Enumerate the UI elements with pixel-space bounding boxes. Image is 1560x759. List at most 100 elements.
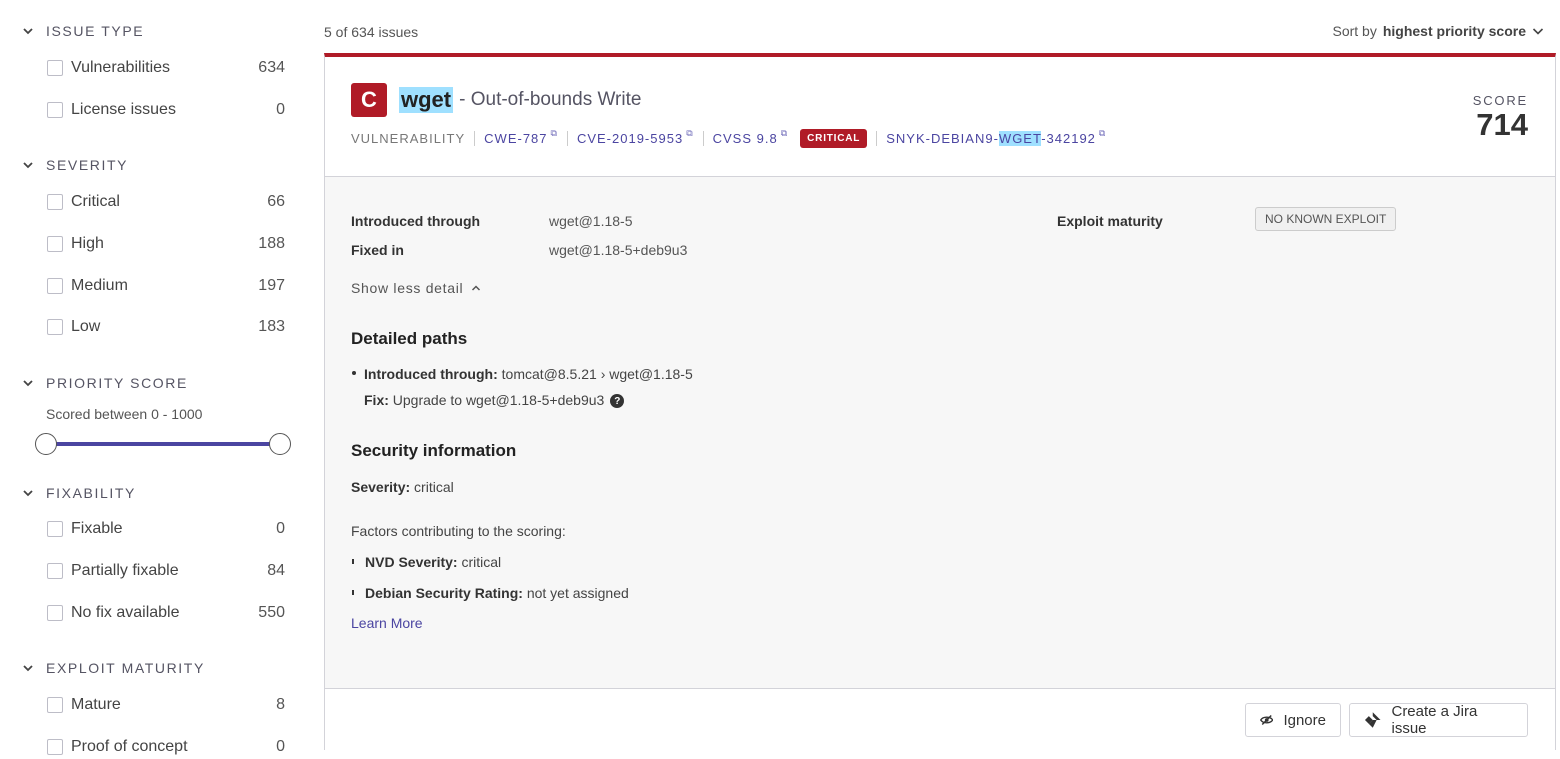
filter-partially-fixable[interactable]: Partially fixable 84 bbox=[47, 562, 285, 580]
filter-label: Proof of concept bbox=[71, 738, 188, 755]
filter-fixable[interactable]: Fixable 0 bbox=[47, 520, 285, 538]
filter-label: Vulnerabilities bbox=[71, 59, 171, 76]
fixed-in-label: Fixed in bbox=[351, 242, 404, 258]
filter-sidebar: ISSUE TYPE Vulnerabilities 634 License i… bbox=[0, 0, 300, 759]
issue-title: wget - Out-of-bounds Write bbox=[399, 83, 641, 117]
snyk-id-link[interactable]: SNYK-DEBIAN9-WGET-342192 ⧉ bbox=[876, 128, 1115, 146]
issue-count: 5 of 634 issues bbox=[324, 24, 419, 40]
checkbox[interactable] bbox=[47, 605, 63, 621]
checkbox[interactable] bbox=[47, 194, 63, 210]
jira-label: Create a Jira issue bbox=[1391, 703, 1478, 737]
filter-vulnerabilities[interactable]: Vulnerabilities 634 bbox=[47, 59, 285, 77]
section-priority-score[interactable]: PRIORITY SCORE bbox=[22, 375, 188, 391]
path-introduced-through: Introduced through: tomcat@8.5.21 › wget… bbox=[364, 366, 693, 382]
section-title: PRIORITY SCORE bbox=[46, 375, 188, 391]
help-icon[interactable]: ? bbox=[610, 394, 625, 409]
chevron-down-icon bbox=[23, 28, 33, 35]
chevron-down-icon bbox=[23, 490, 33, 497]
section-title: SEVERITY bbox=[46, 157, 129, 173]
path-fix-value: Upgrade to wget@1.18-5+deb9u3 bbox=[392, 392, 605, 408]
cwe-link[interactable]: CWE-787 ⧉ bbox=[474, 128, 567, 146]
score-range-text: Scored between 0 - 1000 bbox=[46, 406, 203, 422]
filter-label: Low bbox=[71, 318, 101, 335]
introduced-through-value: wget@1.18-5 bbox=[549, 213, 633, 229]
filter-label: Critical bbox=[71, 193, 120, 210]
issue-type-text: VULNERABILITY bbox=[351, 131, 466, 146]
snyk-id-text: SNYK-DEBIAN9-WGET-342192 bbox=[886, 131, 1096, 146]
section-issue-type[interactable]: ISSUE TYPE bbox=[22, 23, 144, 39]
factor2-label: Debian Security Rating: bbox=[365, 585, 523, 601]
issue-card-footer: Ignore Create a Jira issue bbox=[325, 688, 1555, 750]
checkbox[interactable] bbox=[47, 278, 63, 294]
score-slider-track[interactable] bbox=[46, 442, 280, 446]
cwe-text: CWE-787 bbox=[484, 131, 548, 146]
bullet bbox=[352, 371, 356, 375]
severity-letter-badge: C bbox=[351, 83, 387, 117]
section-exploit-maturity[interactable]: EXPLOIT MATURITY bbox=[22, 660, 205, 676]
checkbox[interactable] bbox=[47, 739, 63, 755]
filter-label: License issues bbox=[71, 101, 176, 118]
filter-mature[interactable]: Mature 8 bbox=[47, 696, 285, 714]
score-slider-min-handle[interactable] bbox=[35, 433, 57, 455]
chevron-down-icon bbox=[1532, 28, 1544, 35]
score-label: SCORE bbox=[1472, 93, 1528, 108]
exploit-maturity-label: Exploit maturity bbox=[1057, 213, 1163, 229]
section-severity[interactable]: SEVERITY bbox=[22, 157, 128, 173]
score-slider-max-handle[interactable] bbox=[269, 433, 291, 455]
bullet bbox=[352, 590, 354, 595]
section-fixability[interactable]: FIXABILITY bbox=[22, 485, 136, 501]
checkbox[interactable] bbox=[47, 697, 63, 713]
cve-link[interactable]: CVE-2019-5953 ⧉ bbox=[566, 128, 703, 146]
detailed-paths-heading: Detailed paths bbox=[351, 329, 468, 348]
cvss-text: CVSS 9.8 bbox=[712, 131, 778, 146]
checkbox[interactable] bbox=[47, 319, 63, 335]
issue-card: C wget - Out-of-bounds Write VULNERABILI… bbox=[324, 53, 1556, 750]
external-link-icon: ⧉ bbox=[780, 128, 789, 138]
external-link-icon: ⧉ bbox=[550, 128, 558, 138]
issue-meta: VULNERABILITY CWE-787 ⧉ CVE-2019-5953 ⧉ CV… bbox=[351, 128, 1115, 148]
learn-more-link[interactable]: Learn More bbox=[351, 615, 423, 631]
chevron-down-icon bbox=[23, 665, 33, 672]
filter-medium[interactable]: Medium 197 bbox=[47, 277, 285, 295]
ignore-label: Ignore bbox=[1283, 711, 1326, 729]
show-less-detail-toggle[interactable]: Show less detail bbox=[351, 280, 481, 296]
create-jira-issue-button[interactable]: Create a Jira issue bbox=[1349, 703, 1528, 737]
filter-critical[interactable]: Critical 66 bbox=[47, 193, 285, 211]
filter-count: 66 bbox=[267, 193, 285, 210]
jira-icon bbox=[1364, 712, 1381, 728]
path-intro-label: Introduced through: bbox=[364, 366, 498, 382]
filter-count: 0 bbox=[276, 520, 285, 537]
filter-label: No fix available bbox=[71, 604, 180, 621]
filter-no-fix-available[interactable]: No fix available 550 bbox=[47, 604, 285, 622]
security-info-heading: Security information bbox=[351, 441, 517, 460]
filter-proof-of-concept[interactable]: Proof of concept 0 bbox=[47, 738, 285, 756]
sort-dropdown[interactable]: Sort by highest priority score bbox=[1332, 23, 1544, 39]
cvss-link[interactable]: CVSS 9.8 ⧉ bbox=[702, 128, 798, 146]
severity-line: Severity: critical bbox=[351, 479, 454, 495]
section-title: EXPLOIT MATURITY bbox=[46, 660, 205, 676]
checkbox[interactable] bbox=[47, 102, 63, 118]
checkbox[interactable] bbox=[47, 60, 63, 76]
checkbox[interactable] bbox=[47, 521, 63, 537]
filter-low[interactable]: Low 183 bbox=[47, 318, 285, 336]
package-name[interactable]: wget bbox=[399, 87, 454, 113]
filter-label: High bbox=[71, 235, 104, 252]
external-link-icon: ⧉ bbox=[686, 128, 694, 138]
filter-label: Fixable bbox=[71, 520, 123, 537]
filter-label: Mature bbox=[71, 696, 121, 713]
checkbox[interactable] bbox=[47, 563, 63, 579]
filter-high[interactable]: High 188 bbox=[47, 235, 285, 253]
filter-count: 0 bbox=[276, 738, 285, 755]
filter-license-issues[interactable]: License issues 0 bbox=[47, 101, 285, 119]
ignore-button[interactable]: Ignore bbox=[1245, 703, 1341, 737]
filter-label: Partially fixable bbox=[71, 562, 179, 579]
fixed-in-value: wget@1.18-5+deb9u3 bbox=[549, 242, 688, 258]
filter-count: 183 bbox=[258, 318, 285, 335]
introduced-through-label: Introduced through bbox=[351, 213, 481, 229]
chevron-down-icon bbox=[23, 162, 33, 169]
external-link-icon: ⧉ bbox=[1098, 128, 1107, 138]
chevron-up-icon bbox=[472, 285, 481, 291]
issue-title-text: - Out-of-bounds Write bbox=[459, 89, 642, 110]
issue-details: Introduced through wget@1.18-5 Fixed in … bbox=[325, 177, 1555, 688]
checkbox[interactable] bbox=[47, 236, 63, 252]
